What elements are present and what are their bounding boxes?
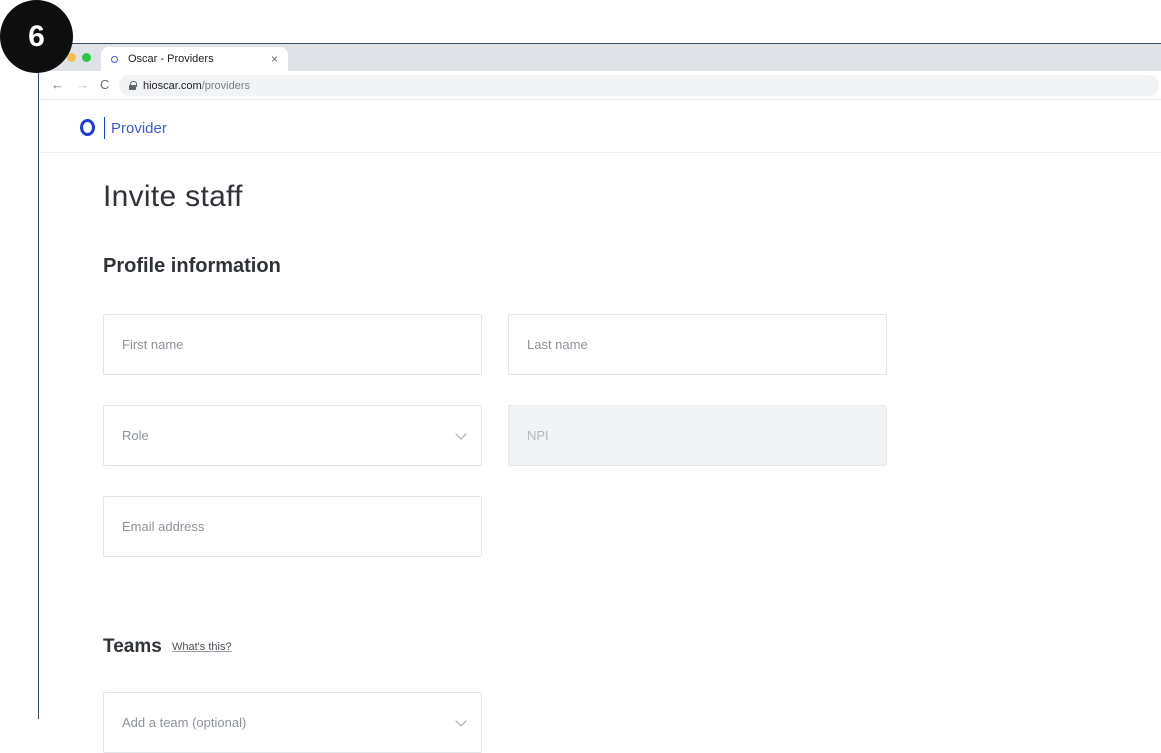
tab-strip: Oscar - Providers × bbox=[39, 44, 1161, 71]
tab-close-icon[interactable]: × bbox=[271, 52, 278, 66]
browser-tab-oscar-providers[interactable]: Oscar - Providers × bbox=[101, 47, 288, 71]
first-name-placeholder: First name bbox=[122, 337, 184, 352]
chevron-down-icon bbox=[455, 715, 467, 727]
step-number-badge: 6 bbox=[0, 0, 73, 73]
logo-divider bbox=[104, 117, 105, 139]
teams-section-title: Teams bbox=[103, 636, 162, 657]
profile-section-title: Profile information bbox=[103, 255, 281, 277]
url-path: /providers bbox=[201, 79, 250, 92]
team-placeholder: Add a team (optional) bbox=[122, 715, 247, 730]
last-name-field[interactable]: Last name bbox=[508, 314, 887, 375]
email-placeholder: Email address bbox=[122, 519, 205, 534]
reload-icon[interactable]: C bbox=[100, 77, 109, 92]
provider-logo-text[interactable]: Provider bbox=[111, 120, 167, 137]
forward-arrow-icon[interactable]: → bbox=[76, 77, 89, 92]
maximize-window-button[interactable] bbox=[82, 53, 91, 62]
oscar-logo-icon[interactable] bbox=[80, 119, 95, 136]
site-header: Provider bbox=[39, 101, 1161, 153]
page-title: Invite staff bbox=[103, 180, 243, 213]
last-name-placeholder: Last name bbox=[527, 337, 588, 352]
email-field[interactable]: Email address bbox=[103, 496, 482, 557]
chevron-down-icon bbox=[455, 428, 467, 440]
minimize-window-button[interactable] bbox=[67, 53, 76, 62]
role-placeholder: Role bbox=[122, 428, 149, 443]
npi-field[interactable]: NPI bbox=[508, 405, 887, 466]
team-select[interactable]: Add a team (optional) bbox=[103, 692, 482, 753]
url-input[interactable]: hioscar.com /providers bbox=[119, 75, 1159, 96]
browser-window: Oscar - Providers × ← → C hioscar.com /p… bbox=[38, 43, 1161, 753]
back-arrow-icon[interactable]: ← bbox=[51, 77, 64, 92]
lock-icon bbox=[129, 81, 137, 90]
tab-title: Oscar - Providers bbox=[128, 53, 214, 65]
npi-placeholder: NPI bbox=[527, 428, 549, 443]
oscar-favicon-icon bbox=[111, 55, 118, 63]
first-name-field[interactable]: First name bbox=[103, 314, 482, 375]
address-bar: ← → C hioscar.com /providers bbox=[39, 71, 1161, 100]
url-domain: hioscar.com bbox=[143, 79, 202, 92]
whats-this-link[interactable]: What's this? bbox=[172, 641, 232, 653]
role-select[interactable]: Role bbox=[103, 405, 482, 466]
